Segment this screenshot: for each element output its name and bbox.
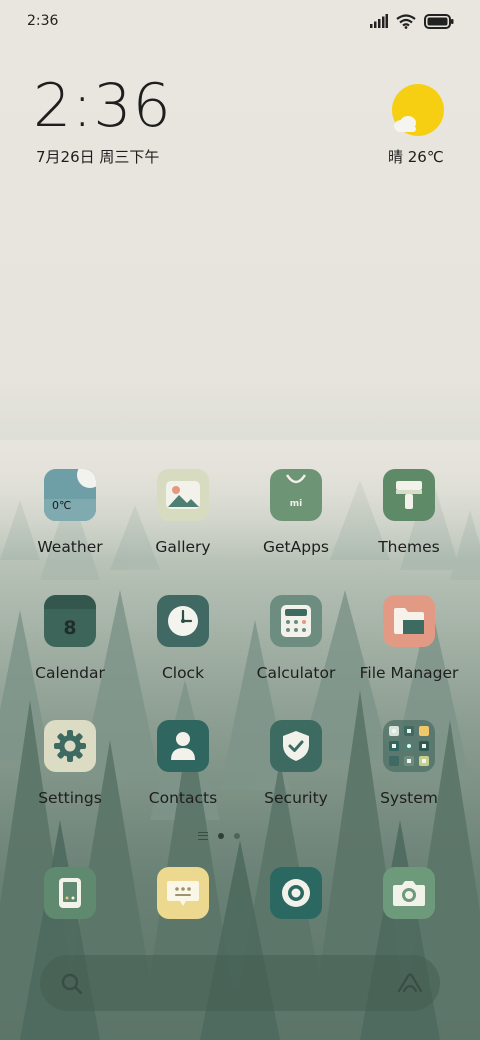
app-label: Clock bbox=[161, 664, 205, 682]
messaging-icon bbox=[167, 881, 199, 906]
app-label: Weather bbox=[37, 538, 103, 556]
system-folder-icon bbox=[383, 720, 435, 772]
shield-check-icon bbox=[283, 731, 309, 761]
app-clock[interactable]: Clock bbox=[127, 595, 239, 682]
app-getapps[interactable]: mi GetApps bbox=[240, 469, 352, 556]
dock-browser[interactable] bbox=[270, 867, 322, 919]
clock-icon bbox=[157, 595, 209, 647]
calculator-body-icon bbox=[281, 605, 311, 637]
weather-icon: 0℃ bbox=[44, 469, 96, 521]
dock-camera[interactable] bbox=[383, 867, 435, 919]
cloud-icon bbox=[394, 116, 416, 132]
app-label: Settings bbox=[38, 789, 102, 807]
getapps-icon: mi bbox=[270, 469, 322, 521]
clock-widget-time[interactable]: 2:36 bbox=[33, 76, 172, 136]
clock-face-icon bbox=[168, 606, 198, 636]
app-label: GetApps bbox=[263, 538, 329, 556]
getapps-mi-text: mi bbox=[289, 499, 303, 509]
app-drawer-icon[interactable] bbox=[198, 832, 208, 840]
status-time: 2:36 bbox=[27, 13, 59, 29]
clock-widget-date[interactable]: 7月26日 周三下午 bbox=[36, 146, 159, 167]
app-file-manager[interactable]: File Manager bbox=[353, 595, 465, 682]
wifi-icon bbox=[396, 13, 416, 29]
contacts-icon bbox=[157, 720, 209, 772]
dock-phone[interactable] bbox=[44, 867, 96, 919]
search-bar[interactable] bbox=[40, 955, 440, 1011]
folder-shape-icon bbox=[394, 608, 424, 634]
page-dot-active[interactable] bbox=[218, 833, 224, 839]
app-system-folder[interactable]: System bbox=[353, 720, 465, 807]
getapps-bag-icon bbox=[285, 474, 307, 484]
gear-icon bbox=[54, 730, 86, 762]
folder-icon bbox=[383, 595, 435, 647]
app-label: Themes bbox=[378, 538, 440, 556]
paint-brush-icon bbox=[396, 481, 422, 509]
page-dot[interactable] bbox=[234, 833, 240, 839]
app-label: System bbox=[380, 789, 438, 807]
app-label: Security bbox=[264, 789, 328, 807]
dock-messaging[interactable] bbox=[157, 867, 209, 919]
app-label: Gallery bbox=[155, 538, 211, 556]
app-calculator[interactable]: Calculator bbox=[240, 595, 352, 682]
app-label: Calendar bbox=[35, 664, 105, 682]
settings-icon bbox=[44, 720, 96, 772]
app-label: File Manager bbox=[359, 664, 459, 682]
app-label: Calculator bbox=[256, 664, 336, 682]
app-weather[interactable]: 0℃ Weather bbox=[14, 469, 126, 556]
weather-widget-text[interactable]: 晴 26℃ bbox=[388, 146, 444, 167]
gallery-picture-icon bbox=[166, 481, 200, 509]
assistant-icon[interactable] bbox=[396, 971, 424, 995]
app-label: Contacts bbox=[148, 789, 218, 807]
security-icon bbox=[270, 720, 322, 772]
status-bar: 2:36 bbox=[0, 0, 480, 42]
themes-icon bbox=[383, 469, 435, 521]
folder-grid-icon bbox=[389, 726, 429, 766]
status-icons bbox=[370, 12, 454, 30]
calendar-header bbox=[44, 595, 96, 609]
app-themes[interactable]: Themes bbox=[353, 469, 465, 556]
app-security[interactable]: Security bbox=[240, 720, 352, 807]
calculator-icon bbox=[270, 595, 322, 647]
calendar-day-number: 8 bbox=[63, 617, 77, 639]
app-contacts[interactable]: Contacts bbox=[127, 720, 239, 807]
weather-icon-art bbox=[44, 469, 96, 521]
page-indicator[interactable] bbox=[198, 830, 258, 842]
phone-icon bbox=[59, 878, 81, 908]
app-settings[interactable]: Settings bbox=[14, 720, 126, 807]
person-icon bbox=[171, 732, 195, 760]
gallery-icon bbox=[157, 469, 209, 521]
weather-icon-temp: 0℃ bbox=[52, 499, 72, 512]
browser-icon bbox=[282, 879, 310, 907]
app-gallery[interactable]: Gallery bbox=[127, 469, 239, 556]
app-calendar[interactable]: 8 Calendar bbox=[14, 595, 126, 682]
search-icon[interactable] bbox=[60, 972, 84, 996]
battery-icon bbox=[424, 13, 454, 29]
calendar-icon: 8 bbox=[44, 595, 96, 647]
camera-icon bbox=[393, 881, 425, 906]
signal-icon bbox=[370, 14, 388, 28]
